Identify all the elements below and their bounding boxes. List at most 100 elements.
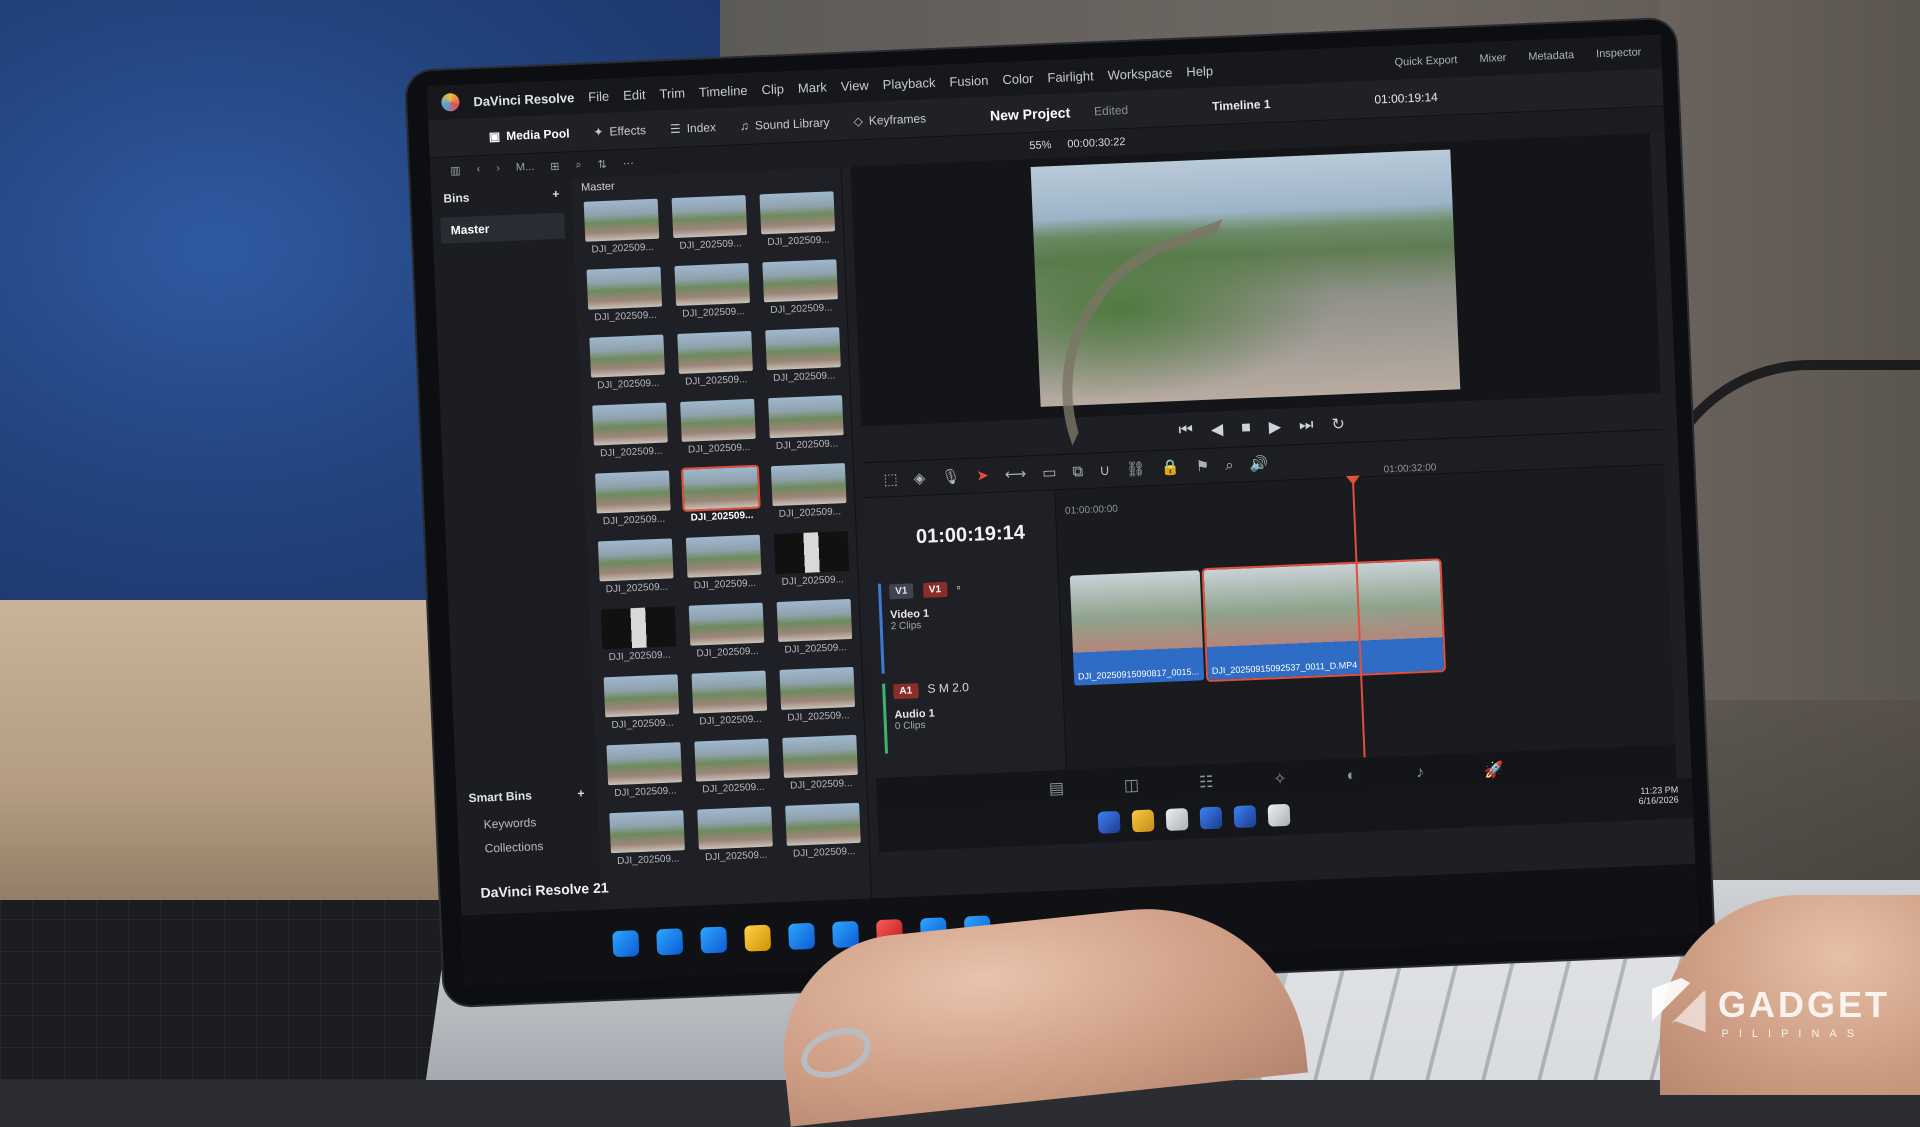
lock-icon[interactable]: 🔒 — [1161, 458, 1180, 477]
menu-playback[interactable]: Playback — [882, 74, 935, 91]
fairlight-page-icon[interactable]: ♪ — [1416, 764, 1425, 782]
snapping-icon[interactable]: ∪ — [1099, 461, 1111, 479]
search-icon[interactable]: ⌕ — [575, 158, 582, 171]
clip-thumb[interactable]: DJI_202509... — [585, 266, 665, 324]
clip-thumb[interactable]: DJI_202509... — [590, 402, 670, 459]
selection-mode-icon[interactable]: ⬚ — [883, 470, 898, 489]
audio-chip[interactable]: A1 — [893, 683, 919, 700]
forward-icon[interactable]: › — [496, 162, 500, 174]
clip-thumb[interactable]: DJI_202509... — [775, 598, 855, 656]
more-icon[interactable]: ⋯ — [623, 156, 634, 169]
go-to-start-icon[interactable]: ⏮ — [1178, 421, 1193, 440]
clip-thumb[interactable]: DJI_202509... — [780, 734, 860, 792]
clip-thumb[interactable]: DJI_202509... — [675, 330, 755, 388]
menu-timeline[interactable]: Timeline — [699, 82, 748, 99]
clip-thumb[interactable]: DJI_202509... — [769, 463, 849, 520]
reverse-icon[interactable]: ◀ — [1210, 419, 1224, 439]
pointer-icon[interactable]: ➤ — [976, 466, 989, 485]
panel-toggle-icon[interactable]: ▥ — [450, 163, 461, 176]
menu-help[interactable]: Help — [1186, 63, 1213, 79]
edge-icon[interactable] — [788, 922, 816, 950]
menu-view[interactable]: View — [840, 77, 869, 93]
windows-start-icon[interactable] — [612, 930, 640, 958]
pool-path[interactable]: M... — [516, 161, 535, 174]
notes-icon[interactable] — [1165, 808, 1189, 831]
menu-workspace[interactable]: Workspace — [1107, 65, 1172, 83]
clip-thumb[interactable]: DJI_202509... — [582, 198, 662, 256]
clip-thumb[interactable]: DJI_202509... — [692, 738, 772, 795]
bin-master[interactable]: Master — [440, 212, 566, 244]
keyframes-tab[interactable]: ◇ Keyframes — [853, 111, 926, 128]
clip-thumb[interactable]: DJI_202509... — [772, 531, 852, 588]
cut-page-icon[interactable]: ◫ — [1124, 775, 1140, 796]
menu-color[interactable]: Color — [1002, 70, 1034, 86]
clip-thumb-selected[interactable]: DJI_202509... — [680, 464, 761, 524]
media-page-icon[interactable]: ▤ — [1048, 778, 1065, 799]
clip-thumb[interactable]: DJI_202509... — [777, 666, 857, 724]
quick-export-button[interactable]: Quick Export — [1394, 54, 1457, 69]
deliver-page-icon[interactable]: 🚀 — [1484, 760, 1505, 781]
fusion-page-icon[interactable]: ✧ — [1273, 769, 1287, 790]
folder-icon[interactable] — [1131, 809, 1155, 833]
clip-thumb[interactable]: DJI_202509... — [695, 806, 775, 863]
clip-thumb[interactable]: DJI_202509... — [766, 395, 846, 452]
app-icon[interactable] — [1233, 805, 1257, 829]
menu-edit[interactable]: Edit — [623, 87, 646, 103]
solo-icon[interactable]: S — [927, 681, 936, 695]
menu-fusion[interactable]: Fusion — [949, 72, 989, 89]
clip-thumb[interactable]: DJI_202509... — [760, 259, 840, 316]
app-icon[interactable] — [1097, 810, 1121, 834]
microphone-icon[interactable]: 🎙 — [941, 467, 961, 486]
viewer-zoom[interactable]: 55% — [1029, 139, 1052, 152]
clip-thumb[interactable]: DJI_202509... — [596, 538, 676, 595]
trim-icon[interactable]: ⟷ — [1004, 464, 1026, 483]
play-icon[interactable]: ▶ — [1268, 417, 1282, 437]
index-tab[interactable]: ☰ Index — [670, 120, 717, 136]
clip-thumb[interactable]: DJI_202509... — [783, 802, 863, 860]
mute-icon[interactable]: M — [939, 681, 950, 695]
mixer-button[interactable]: Mixer — [1479, 52, 1506, 65]
add-smart-bin-icon[interactable]: + — [577, 786, 585, 800]
clip-thumb[interactable]: DJI_202509... — [604, 742, 684, 799]
zoom-icon[interactable]: ⌕ — [1225, 456, 1234, 473]
volume-icon[interactable]: 🔊 — [1249, 454, 1268, 473]
clip-thumb[interactable]: DJI_202509... — [587, 334, 667, 391]
menu-file[interactable]: File — [588, 88, 610, 104]
clip-thumb[interactable]: DJI_202509... — [678, 398, 758, 456]
clip-thumb[interactable]: DJI_202509... — [758, 191, 838, 248]
blade-icon[interactable]: ▭ — [1042, 463, 1057, 482]
video-source-chip[interactable]: V1 — [888, 583, 914, 600]
loop-icon[interactable]: ↻ — [1331, 414, 1345, 435]
metadata-button[interactable]: Metadata — [1528, 49, 1574, 63]
media-pool-tab[interactable]: ▣ Media Pool — [489, 126, 570, 143]
grid-view-icon[interactable]: ⊞ — [550, 159, 560, 172]
edit-page-icon[interactable]: ☷ — [1199, 772, 1214, 793]
smart-bin-collections[interactable]: Collections — [458, 832, 599, 862]
search-icon[interactable] — [656, 928, 684, 956]
go-to-end-icon[interactable]: ⏭ — [1299, 416, 1314, 435]
menu-trim[interactable]: Trim — [659, 85, 685, 101]
effects-tab[interactable]: ✦ Effects — [593, 123, 646, 139]
task-view-icon[interactable] — [700, 926, 728, 954]
link-icon[interactable]: ⛓ — [1126, 460, 1146, 479]
video-dest-chip[interactable]: V1 — [922, 581, 948, 598]
timeline-selector[interactable]: Timeline 1 — [1212, 96, 1271, 112]
sound-library-tab[interactable]: ♫ Sound Library — [740, 115, 830, 133]
clip-thumb[interactable]: DJI_202509... — [684, 534, 764, 592]
clip-thumb[interactable]: DJI_202509... — [593, 470, 673, 527]
clip-thumb[interactable]: DJI_202509... — [690, 670, 770, 727]
color-page-icon[interactable]: ◐ — [1346, 767, 1356, 785]
inspector-button[interactable]: Inspector — [1596, 46, 1642, 60]
clip-thumb[interactable]: DJI_202509... — [599, 606, 679, 663]
marker-icon[interactable]: ◈ — [913, 469, 925, 487]
clip-thumb[interactable]: DJI_202509... — [687, 602, 767, 660]
app-icon[interactable] — [1199, 806, 1223, 830]
settings-icon[interactable] — [1267, 803, 1291, 827]
stop-icon[interactable]: ■ — [1241, 419, 1251, 437]
clip-thumb[interactable]: DJI_202509... — [672, 262, 752, 320]
clip-thumb[interactable]: DJI_202509... — [763, 327, 843, 384]
sort-icon[interactable]: ⇅ — [597, 157, 607, 170]
track-lock-icon[interactable]: ▫ — [956, 580, 961, 594]
flag-icon[interactable]: ⚑ — [1195, 457, 1209, 476]
clip-thumb[interactable]: DJI_202509... — [670, 194, 750, 252]
